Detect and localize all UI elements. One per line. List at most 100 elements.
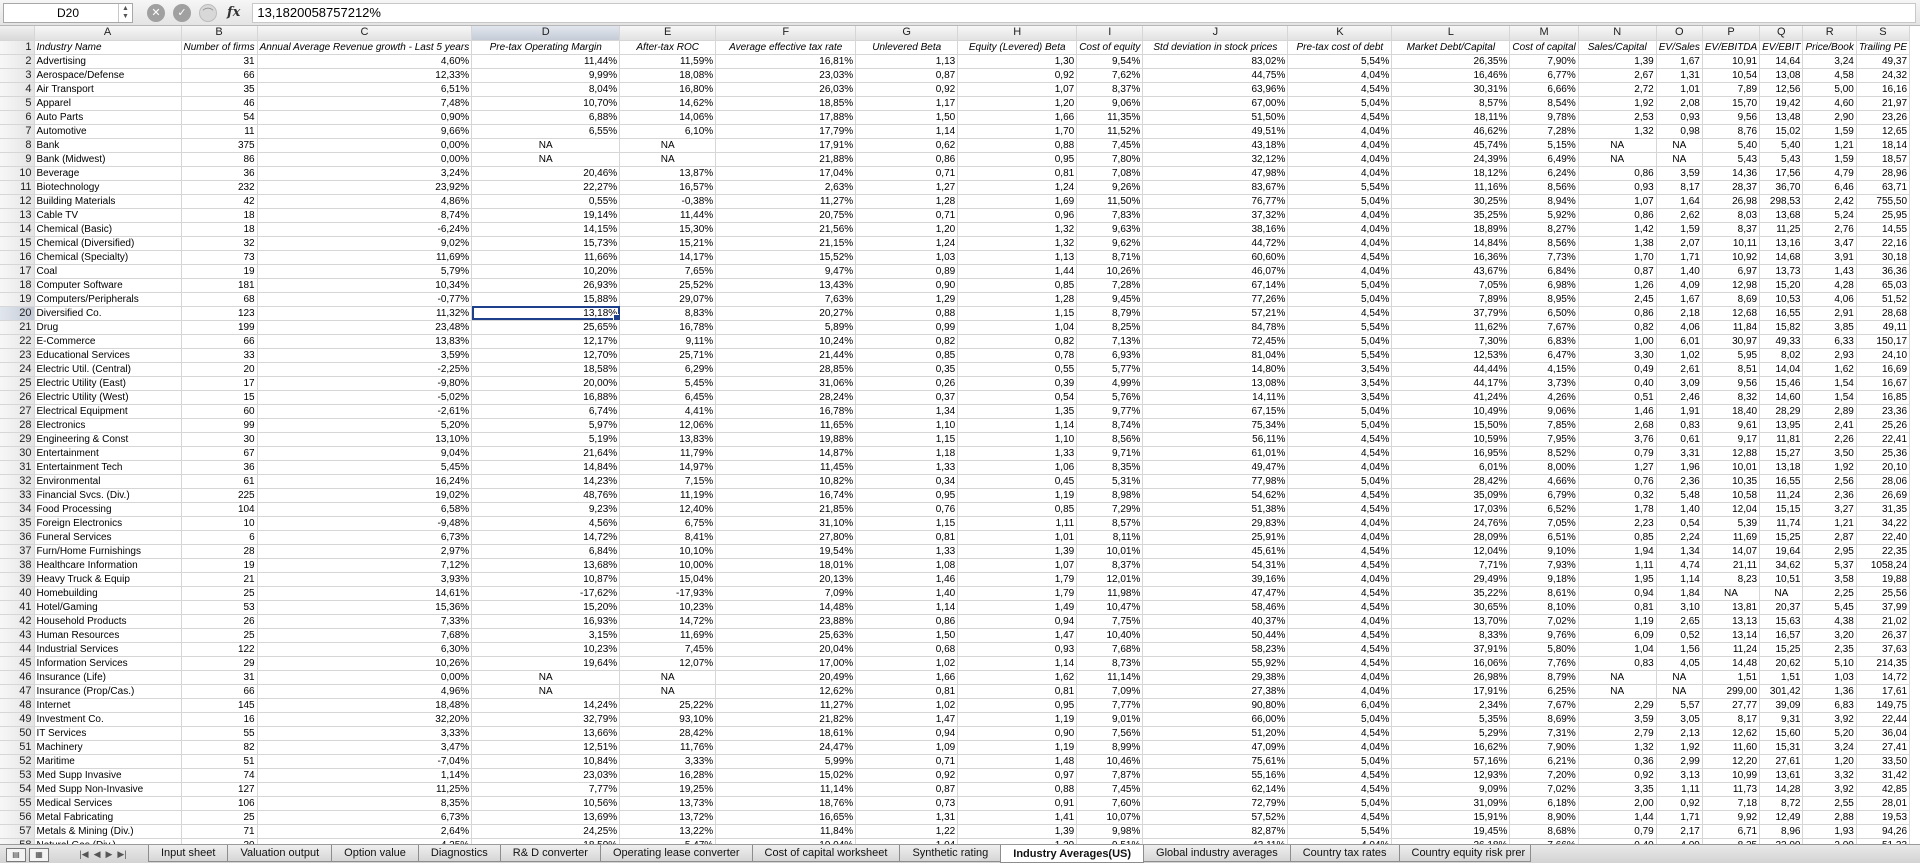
value-cell[interactable]: 37,79% <box>1391 306 1511 321</box>
value-cell[interactable]: 5,04% <box>1287 474 1393 489</box>
value-cell[interactable]: 2,07 <box>1656 236 1703 251</box>
value-cell[interactable]: 19,42 <box>1759 96 1804 111</box>
value-cell[interactable]: 21,64% <box>471 446 621 461</box>
industry-name-cell[interactable]: Chemical (Specialty) <box>34 250 182 265</box>
value-cell[interactable]: 0,92 <box>855 768 959 783</box>
value-cell[interactable]: 19,54% <box>715 544 857 559</box>
value-cell[interactable]: 8,57% <box>1076 516 1144 531</box>
value-cell[interactable]: 6,84% <box>1509 264 1579 279</box>
value-cell[interactable]: 38,16% <box>1142 222 1289 237</box>
value-cell[interactable]: 1,95 <box>1578 572 1657 587</box>
value-cell[interactable]: 1,71 <box>1656 810 1703 825</box>
value-cell[interactable]: NA <box>1702 586 1761 601</box>
value-cell[interactable]: 6,77% <box>1509 68 1579 83</box>
value-cell[interactable]: 6,51% <box>1509 530 1579 545</box>
value-cell[interactable]: 1,44 <box>1578 810 1657 825</box>
value-cell[interactable]: 3,31 <box>1656 446 1703 461</box>
value-cell[interactable]: 11,69% <box>257 250 473 265</box>
value-cell[interactable]: 12,98 <box>1702 278 1761 293</box>
row-header[interactable]: 20 <box>0 306 35 321</box>
value-cell[interactable]: 16,78% <box>715 404 857 419</box>
value-cell[interactable]: 6,46 <box>1802 180 1857 195</box>
value-cell[interactable]: 1,04 <box>1578 642 1657 657</box>
value-cell[interactable]: 7,89% <box>1391 292 1511 307</box>
value-cell[interactable]: 12,51% <box>471 740 621 755</box>
value-cell[interactable]: 6,52% <box>1509 502 1579 517</box>
value-cell[interactable]: 8,94% <box>1509 194 1579 209</box>
value-cell[interactable]: 11,32% <box>257 306 473 321</box>
value-cell[interactable]: 10,53 <box>1759 292 1804 307</box>
value-cell[interactable]: 0,76 <box>1578 474 1657 489</box>
value-cell[interactable]: 27,77 <box>1702 698 1761 713</box>
sheet-tab[interactable]: Synthetic rating <box>899 845 1002 862</box>
value-cell[interactable]: 7,30% <box>1391 334 1511 349</box>
value-cell[interactable]: 31,10% <box>715 516 857 531</box>
value-cell[interactable]: 65,03 <box>1856 278 1911 293</box>
value-cell[interactable]: 10,54 <box>1702 68 1761 83</box>
value-cell[interactable]: 3,58 <box>1802 572 1857 587</box>
value-cell[interactable]: 55 <box>181 726 258 741</box>
value-cell[interactable]: 20,13% <box>715 572 857 587</box>
value-cell[interactable]: 6,71 <box>1702 824 1761 839</box>
value-cell[interactable]: 12,04 <box>1702 502 1761 517</box>
value-cell[interactable]: 20,49% <box>715 670 857 685</box>
value-cell[interactable]: 49,33 <box>1759 334 1804 349</box>
value-cell[interactable]: 1,62 <box>1802 362 1857 377</box>
industry-name-cell[interactable]: Educational Services <box>34 348 182 363</box>
value-cell[interactable]: 6,75% <box>619 516 717 531</box>
sheet-tab[interactable]: Input sheet <box>148 845 229 862</box>
value-cell[interactable]: 0,71 <box>855 208 959 223</box>
value-cell[interactable]: 27,38% <box>1142 684 1289 699</box>
value-cell[interactable]: 5,54% <box>1287 320 1393 335</box>
value-cell[interactable]: 9,18% <box>1509 572 1579 587</box>
value-cell[interactable]: 2,68 <box>1578 418 1657 433</box>
value-cell[interactable]: 4,04% <box>1287 460 1393 475</box>
value-cell[interactable]: 1,40 <box>855 586 959 601</box>
value-cell[interactable]: 22,44 <box>1856 712 1911 727</box>
value-cell[interactable]: 7,02% <box>1509 782 1579 797</box>
value-cell[interactable]: 13,16 <box>1759 236 1804 251</box>
value-cell[interactable]: 1,01 <box>957 530 1078 545</box>
value-cell[interactable]: 11,27% <box>715 194 857 209</box>
value-cell[interactable]: 0,68 <box>855 642 959 657</box>
value-cell[interactable]: 1,70 <box>957 124 1078 139</box>
value-cell[interactable]: 1,66 <box>855 670 959 685</box>
value-cell[interactable]: 8,73% <box>1076 656 1144 671</box>
value-cell[interactable]: 11,44% <box>471 54 621 69</box>
value-cell[interactable]: 99 <box>181 418 258 433</box>
column-title-cell[interactable]: Market Debt/Capital <box>1391 40 1511 55</box>
value-cell[interactable]: 20,46% <box>471 166 621 181</box>
column-header-l[interactable]: L <box>1391 26 1511 41</box>
value-cell[interactable]: 25,65% <box>471 320 621 335</box>
value-cell[interactable]: 18,01% <box>715 558 857 573</box>
value-cell[interactable]: 30 <box>181 432 258 447</box>
value-cell[interactable]: 6,83 <box>1802 698 1857 713</box>
value-cell[interactable]: 10,26% <box>1076 264 1144 279</box>
row-header[interactable]: 50 <box>0 726 35 741</box>
value-cell[interactable]: 37,91% <box>1391 642 1511 657</box>
value-cell[interactable]: 50,44% <box>1142 628 1289 643</box>
industry-name-cell[interactable]: Building Materials <box>34 194 182 209</box>
industry-name-cell[interactable]: Environmental <box>34 474 182 489</box>
value-cell[interactable]: 5,24 <box>1802 208 1857 223</box>
value-cell[interactable]: 5,97% <box>471 418 621 433</box>
value-cell[interactable]: 11,24 <box>1759 488 1804 503</box>
value-cell[interactable]: 28,85% <box>715 362 857 377</box>
value-cell[interactable]: 20,00% <box>471 376 621 391</box>
value-cell[interactable]: 4,04% <box>1287 614 1393 629</box>
value-cell[interactable]: NA <box>1656 670 1703 685</box>
value-cell[interactable]: 3,59 <box>1578 712 1657 727</box>
value-cell[interactable]: 2,08 <box>1656 96 1703 111</box>
row-header[interactable]: 22 <box>0 334 35 349</box>
value-cell[interactable]: 7,05% <box>1509 516 1579 531</box>
value-cell[interactable]: 301,42 <box>1759 684 1804 699</box>
value-cell[interactable]: 10 <box>181 516 258 531</box>
value-cell[interactable]: 10,47% <box>1076 600 1144 615</box>
value-cell[interactable]: 15,27 <box>1759 446 1804 461</box>
value-cell[interactable]: 1,67 <box>1656 292 1703 307</box>
value-cell[interactable]: 1,51 <box>1759 670 1804 685</box>
value-cell[interactable]: 0,96 <box>957 208 1078 223</box>
value-cell[interactable]: NA <box>1759 586 1804 601</box>
column-title-cell[interactable]: Pre-tax Operating Margin <box>471 40 621 55</box>
value-cell[interactable]: 2,29 <box>1578 698 1657 713</box>
